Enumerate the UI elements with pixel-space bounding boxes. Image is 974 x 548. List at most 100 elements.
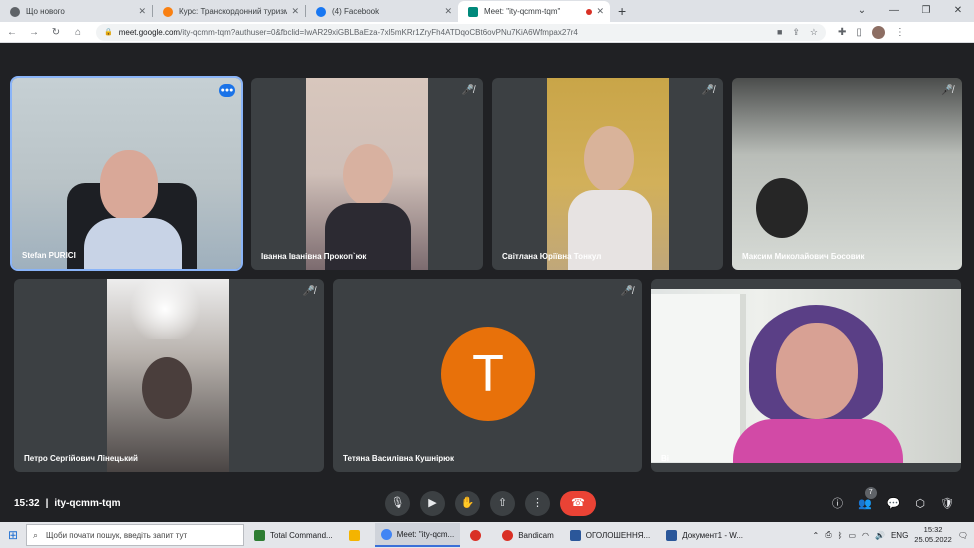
meet-stage: ●●● Stefan PURICI 🎤̸ Іванна Іванівна Про… xyxy=(0,44,974,522)
back-icon[interactable]: ← xyxy=(2,27,22,38)
participant-tile[interactable]: ●●● Stefan PURICI xyxy=(10,76,243,271)
meeting-controls-bar: 15:32 | ity-qcmm-tqm 🎙 ▶ ✋ ⇧ ⋮ ☎ ⓘ 👥 7 💬 ⬡ … xyxy=(0,484,974,522)
participant-tile[interactable]: 🎤̸ Світлана Юріївна Тонкул xyxy=(492,78,723,270)
reload-icon[interactable]: ↻ xyxy=(46,27,66,38)
close-icon[interactable]: ✕ xyxy=(291,6,299,17)
chevron-up-icon[interactable]: ⌃ xyxy=(813,531,820,540)
window-controls: ⌄ — ❐ ✕ xyxy=(846,0,974,20)
chrome-icon xyxy=(10,6,20,17)
taskbar-clock[interactable]: 15:32 25.05.2022 xyxy=(914,525,952,545)
search-placeholder: Щоби почати пошук, введіть запит тут xyxy=(46,530,188,540)
bluetooth-icon[interactable]: ᛒ xyxy=(838,531,843,540)
person-shape xyxy=(343,144,393,206)
tab-title: Що нового xyxy=(26,7,65,16)
url-field[interactable]: 🔒 meet.google.com/ity-qcmm-tqm?authuser=… xyxy=(96,23,826,41)
taskbar-app-word-announcement[interactable]: ОГОЛОШЕННЯ... xyxy=(564,523,656,547)
url-path: /ity-qcmm-tqm?authuser=0&fbclid=IwAR29xi… xyxy=(180,27,578,37)
participant-name: Тетяна Василівна Кушнірюк xyxy=(343,454,455,463)
leave-call-button[interactable]: ☎ xyxy=(560,490,596,516)
word-icon xyxy=(569,529,581,541)
taskbar-app-label: Meet: "ity-qcm... xyxy=(396,529,455,539)
close-icon[interactable]: ✕ xyxy=(596,6,604,17)
microphone-button[interactable]: 🎙 xyxy=(385,490,410,516)
host-controls-icon[interactable]: 🛡 xyxy=(940,497,954,510)
participant-name: Максим Миколайович Босовик xyxy=(742,252,865,261)
menu-icon[interactable]: ⋮ xyxy=(895,27,905,38)
side-panel-icon[interactable]: ▯ xyxy=(856,27,862,38)
search-icon: ⌕ xyxy=(33,529,39,540)
person-body-shape xyxy=(84,218,182,269)
avatar[interactable] xyxy=(871,25,885,39)
windows-start-icon[interactable]: ⊞ xyxy=(0,528,26,542)
activities-icon[interactable]: ⬡ xyxy=(915,497,925,510)
camera-button[interactable]: ▶ xyxy=(420,490,445,516)
notifications-icon[interactable]: 🗨 xyxy=(958,531,968,540)
taskbar-app-chrome[interactable]: Meet: "ity-qcm... xyxy=(374,523,461,547)
meet-icon xyxy=(468,6,478,17)
windows-taskbar: ⊞ ⌕ Щоби почати пошук, введіть запит тут… xyxy=(0,522,974,548)
mic-off-icon: 🎤̸ xyxy=(302,286,316,297)
lock-icon[interactable]: 🔒 xyxy=(104,28,113,36)
mic-off-icon: 🎤̸ xyxy=(701,85,715,96)
battery-icon[interactable]: ▭ xyxy=(848,531,856,540)
taskbar-search-input[interactable]: ⌕ Щоби почати пошук, введіть запит тут xyxy=(26,524,244,546)
participant-tile[interactable]: Ві xyxy=(651,279,961,472)
raise-hand-button[interactable]: ✋ xyxy=(455,490,480,516)
extensions-icon[interactable]: ✚ xyxy=(838,27,846,38)
participant-tile[interactable]: T 🎤̸ Тетяна Василівна Кушнірюк xyxy=(333,279,642,472)
taskbar-app-record[interactable] xyxy=(464,523,492,547)
clock-time: 15:32 xyxy=(923,525,943,534)
chat-icon[interactable]: 💬 xyxy=(887,497,901,510)
language-indicator[interactable]: ENG xyxy=(891,531,908,540)
forward-icon[interactable]: → xyxy=(24,27,44,38)
taskbar-app-label: ОГОЛОШЕННЯ... xyxy=(585,530,651,540)
taskbar-app-label: Total Command... xyxy=(270,530,333,540)
bandicam-icon xyxy=(502,529,514,541)
tab-course[interactable]: Курс: Транскордонний туризм ✕ xyxy=(153,1,305,22)
camera-in-use-icon[interactable]: ■ xyxy=(777,27,782,38)
tab-title: Meet: "ity-qcmm-tqm" xyxy=(484,7,561,16)
taskbar-app-total-commander[interactable]: Total Command... xyxy=(248,523,339,547)
person-body-shape xyxy=(733,419,903,463)
system-tray: ⌃ ⎙ ᛒ ▭ ◠ 🔊 ENG 15:32 25.05.2022 🗨 xyxy=(813,525,974,545)
meeting-code: ity-qcmm-tqm xyxy=(54,497,121,509)
taskbar-app-label: Bandicam xyxy=(518,530,554,540)
taskbar-app-bandicam[interactable]: Bandicam xyxy=(496,523,560,547)
mic-off-icon: 🎤̸ xyxy=(461,85,475,96)
present-screen-button[interactable]: ⇧ xyxy=(490,490,515,516)
chrome-icon xyxy=(380,528,392,540)
participant-tile[interactable]: 🎤̸ Іванна Іванівна Прокоп`юк xyxy=(251,78,483,270)
new-tab-button[interactable]: + xyxy=(618,3,626,19)
tab-meet[interactable]: Meet: "ity-qcmm-tqm" ✕ xyxy=(458,1,610,22)
wifi-icon[interactable]: ◠ xyxy=(862,531,869,540)
mic-off-icon: 🎤̸ xyxy=(620,286,634,297)
tab-search-button[interactable]: ⌄ xyxy=(846,5,878,16)
more-options-button[interactable]: ⋮ xyxy=(525,490,550,516)
tab-facebook[interactable]: (4) Facebook ✕ xyxy=(306,1,458,22)
person-shape xyxy=(776,323,858,419)
restore-button[interactable]: ❐ xyxy=(910,5,942,16)
close-icon[interactable]: ✕ xyxy=(138,6,146,17)
participant-video xyxy=(732,78,962,270)
store-icon xyxy=(348,529,360,541)
network-icon[interactable]: ⎙ xyxy=(825,530,831,540)
volume-icon[interactable]: 🔊 xyxy=(875,531,885,540)
home-icon[interactable]: ⌂ xyxy=(68,27,88,38)
bookmark-star-icon[interactable]: ☆ xyxy=(810,27,818,38)
tab-whats-new[interactable]: Що нового ✕ xyxy=(0,1,152,22)
meeting-info: 15:32 | ity-qcmm-tqm xyxy=(14,498,121,509)
taskbar-app-word-document[interactable]: Документ1 - W... xyxy=(660,523,749,547)
participant-tile[interactable]: 🎤̸ Максим Миколайович Босовик xyxy=(732,78,962,270)
people-button[interactable]: 👥 7 xyxy=(858,486,877,510)
participant-tile[interactable]: 🎤̸ Петро Сергійович Лінецький xyxy=(14,279,324,472)
meeting-details-icon[interactable]: ⓘ xyxy=(832,495,843,511)
speaking-indicator-icon: ●●● xyxy=(219,84,235,97)
taskbar-app-store[interactable] xyxy=(343,523,371,547)
close-window-button[interactable]: ✕ xyxy=(942,5,974,16)
meeting-side-controls: ⓘ 👥 7 💬 ⬡ 🛡 xyxy=(832,486,954,511)
share-icon[interactable]: ⇪ xyxy=(792,27,800,38)
close-icon[interactable]: ✕ xyxy=(444,6,452,17)
meeting-separator: | xyxy=(45,497,49,509)
browser-tab-strip: Що нового ✕ Курс: Транскордонний туризм … xyxy=(0,0,974,22)
minimize-button[interactable]: — xyxy=(878,5,910,16)
